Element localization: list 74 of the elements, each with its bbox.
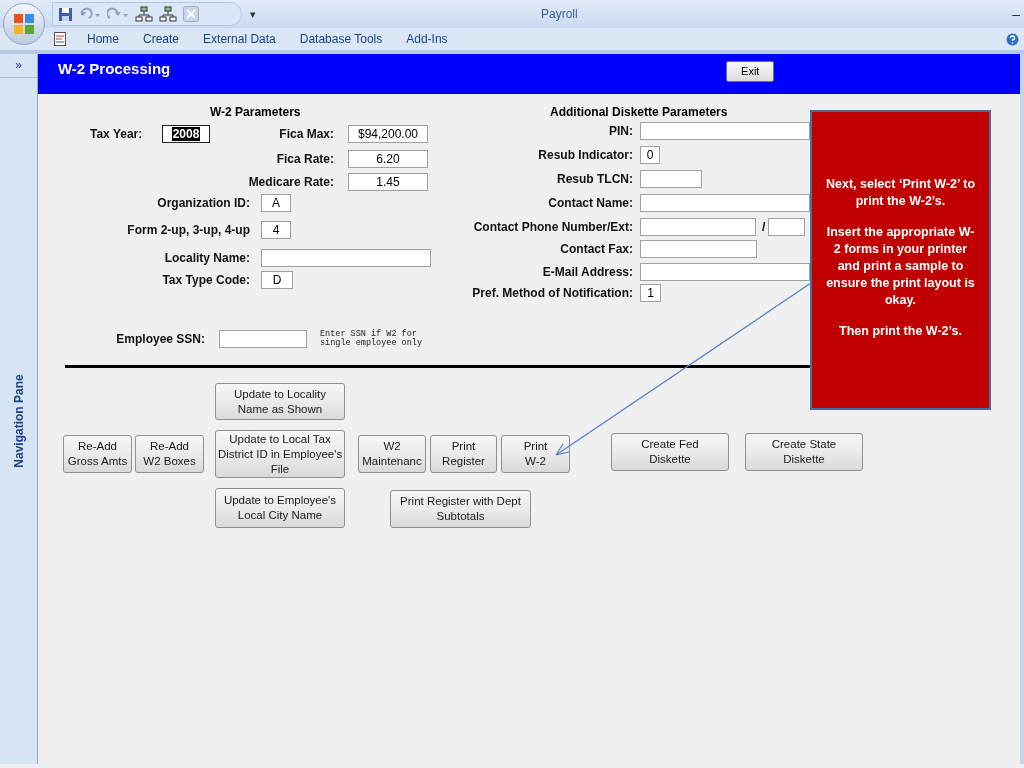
redo-icon[interactable]	[107, 7, 129, 21]
text-field[interactable]: 6.20	[348, 150, 428, 168]
section-heading: Additional Diskette Parameters	[550, 105, 729, 119]
field-label: E-Mail Address:	[541, 264, 633, 281]
form-button[interactable]: Update to Employee's Local City Name	[215, 488, 345, 528]
callout-text: Then print the W-2’s.	[839, 323, 962, 340]
text-field[interactable]: 4	[261, 221, 291, 239]
field-label: Medicare Rate:	[247, 174, 334, 191]
text-field[interactable]	[261, 249, 431, 267]
ribbon-tab[interactable]: External Data	[191, 30, 288, 48]
field-label: Contact Phone Number/Ext:	[472, 219, 633, 236]
text-field[interactable]: 2008	[162, 125, 210, 143]
minimize-button[interactable]: –	[1012, 3, 1020, 25]
text-field[interactable]: $94,200.00	[348, 125, 428, 143]
close-icon[interactable]	[183, 6, 199, 22]
form-button[interactable]: Update to Locality Name as Shown	[215, 383, 345, 420]
form-button[interactable]: Update to Local Tax District ID in Employee's File	[215, 430, 345, 478]
undo-icon[interactable]	[79, 7, 101, 21]
text-field[interactable]: 1.45	[348, 173, 428, 191]
text-field[interactable]: 1	[640, 284, 661, 302]
field-label: Contact Name:	[547, 195, 633, 212]
text-field[interactable]	[640, 240, 757, 258]
text-field[interactable]	[640, 122, 810, 140]
form-button[interactable]: Create Fed Diskette	[611, 433, 729, 471]
form-button[interactable]: Re-Add Gross Amts	[63, 435, 132, 473]
field-label: Tax Type Code:	[161, 272, 250, 289]
exit-button[interactable]: Exit	[726, 61, 775, 82]
ribbon-tab[interactable]: Home	[75, 30, 131, 48]
field-label: Tax Year:	[90, 126, 144, 143]
field-label: Fica Max:	[278, 126, 334, 143]
expand-nav-button[interactable]: »	[0, 54, 37, 78]
office-logo-icon	[13, 13, 35, 35]
callout-text: Next, select ‘Print W-2’ to print the W-2’s.	[825, 176, 976, 210]
ribbon-tab[interactable]: Database Tools	[287, 30, 395, 48]
section-heading: W-2 Parameters	[210, 105, 302, 119]
window-title: Payroll	[541, 6, 578, 23]
field-label: Employee SSN:	[115, 331, 205, 348]
field-label: Organization ID:	[156, 195, 250, 212]
form-button[interactable]: Print W-2	[501, 435, 570, 473]
ssn-note: Enter SSN if W2 for single employee only	[320, 330, 424, 348]
relationships-icon[interactable]	[159, 6, 177, 22]
field-label: Pref. Method of Notification:	[471, 285, 633, 302]
field-label: Fica Rate:	[275, 151, 334, 168]
customize-toolbar-button[interactable]: ▾	[250, 5, 256, 23]
field-label: Resub Indicator:	[537, 147, 633, 164]
field-label: Contact Fax:	[559, 241, 633, 258]
field-label: Form 2-up, 3-up, 4-up	[126, 222, 250, 239]
text-field[interactable]	[640, 194, 810, 212]
form-button[interactable]: W2 Maintenanc	[358, 435, 426, 473]
ribbon-tab[interactable]: Add-Ins	[394, 30, 460, 48]
save-icon[interactable]	[58, 6, 73, 22]
text-field[interactable]	[219, 330, 307, 348]
field-label: Resub TLCN:	[556, 171, 633, 188]
text-field[interactable]: A	[261, 194, 291, 212]
text-field[interactable]	[640, 218, 756, 236]
text-field[interactable]: 0	[640, 146, 660, 164]
help-icon[interactable]	[1006, 32, 1019, 46]
form-title: W-2 Processing	[58, 59, 171, 79]
phone-separator: /	[762, 219, 766, 236]
form-button[interactable]: Print Register	[430, 435, 497, 473]
form-button[interactable]: Re-Add W2 Boxes	[135, 435, 204, 473]
text-field[interactable]: D	[261, 271, 293, 289]
extension-field[interactable]	[768, 218, 806, 236]
callout-text: Insert the appropriate W-2 forms in your printer and print a sample to ensure the print layout is okay.	[825, 224, 976, 309]
relationships-icon[interactable]	[135, 6, 153, 22]
navigation-pane-label[interactable]: Navigation Pane	[9, 374, 28, 468]
form-button[interactable]: Create State Diskette	[745, 433, 863, 471]
text-field[interactable]	[640, 263, 810, 281]
form-icon	[54, 32, 66, 46]
text-field[interactable]	[640, 170, 702, 188]
ribbon-tab[interactable]: Create	[131, 30, 192, 48]
form-button[interactable]: Print Register with Dept Subtotals	[390, 490, 531, 528]
field-label: PIN:	[608, 123, 633, 140]
field-label: Locality Name:	[163, 250, 250, 267]
